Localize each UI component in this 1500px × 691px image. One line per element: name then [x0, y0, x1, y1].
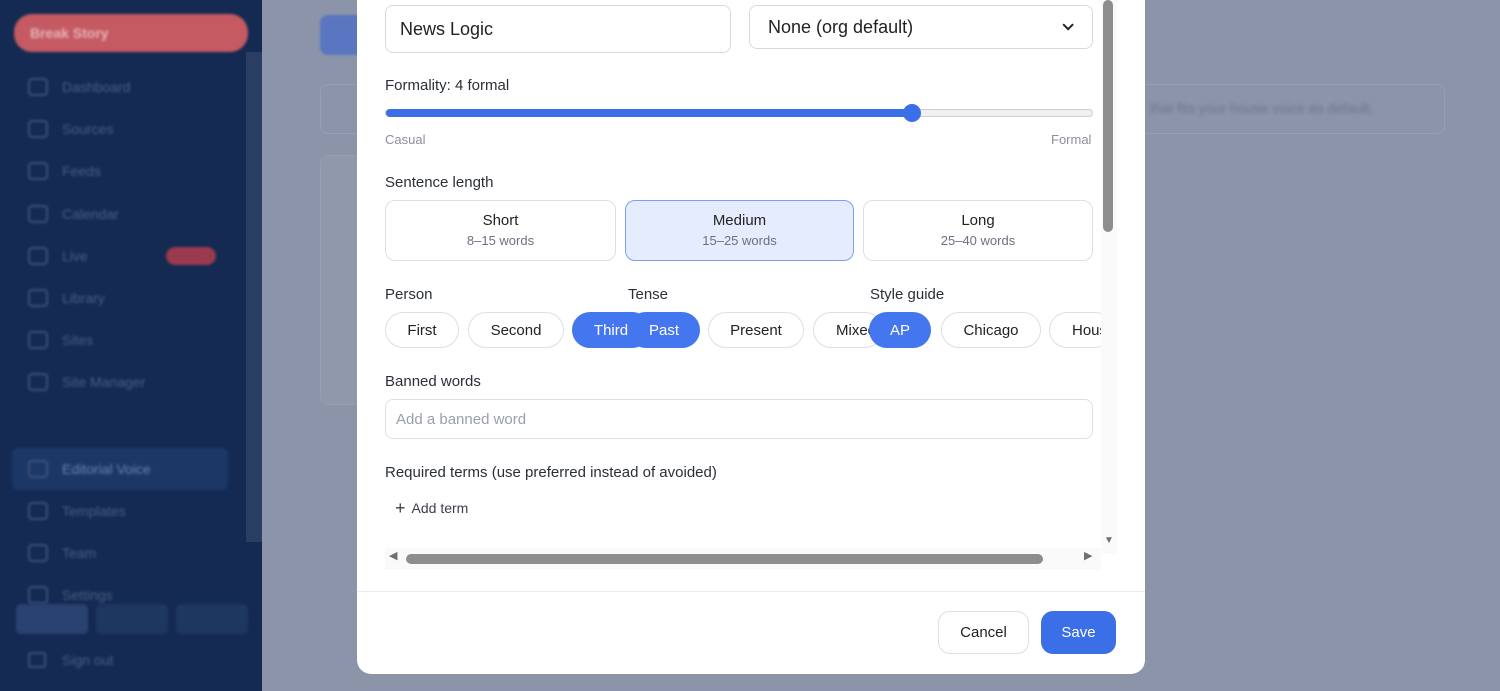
modal-body: None (org default) Formality: 4 formal C… — [357, 0, 1101, 570]
sidebar-nav: Dashboard Sources Feeds Calendar Live Li… — [0, 66, 246, 616]
theme-dark-button[interactable] — [96, 604, 168, 634]
theme-switcher — [16, 604, 248, 634]
scroll-left-arrow-icon[interactable]: ◀ — [389, 549, 397, 562]
sidebar-item-label: Feeds — [62, 163, 101, 180]
scroll-right-arrow-icon[interactable]: ▶ — [1084, 549, 1092, 562]
sidebar-item-site-manager[interactable]: Site Manager — [0, 361, 246, 403]
chevron-down-icon — [1062, 19, 1074, 31]
length-option-title: Short — [482, 212, 519, 229]
sidebar-item-label: Templates — [62, 502, 126, 519]
sources-icon — [28, 120, 48, 139]
length-option-short[interactable]: Short 8–15 words — [385, 200, 616, 261]
edit-voice-modal: None (org default) Formality: 4 formal C… — [357, 0, 1145, 674]
sidebar: Break Story Dashboard Sources Feeds Cale… — [0, 0, 262, 691]
tense-option-present[interactable]: Present — [708, 312, 804, 348]
modal-vertical-scroll-thumb[interactable] — [1103, 0, 1113, 232]
base-voice-select[interactable]: None (org default) — [749, 5, 1093, 49]
add-term-button[interactable]: + Add term — [395, 498, 469, 518]
brand-button[interactable]: Break Story — [14, 14, 248, 52]
sidebar-item-editorial-voice[interactable]: Editorial Voice — [12, 447, 228, 490]
sidebar-item-label: Site Manager — [62, 374, 146, 391]
formality-slider-fill — [386, 109, 912, 117]
style-option-house[interactable]: House — [1049, 312, 1101, 348]
cancel-button[interactable]: Cancel — [938, 611, 1029, 654]
person-option-second[interactable]: Second — [468, 312, 564, 348]
style-guide-label: Style guide — [870, 286, 945, 303]
sidebar-item-label: Settings — [62, 587, 113, 604]
length-option-title: Long — [961, 212, 995, 229]
calendar-icon — [28, 204, 48, 223]
length-option-subtitle: 15–25 words — [702, 233, 777, 248]
plus-icon: + — [395, 498, 406, 518]
modal-horizontal-scroll-thumb[interactable] — [406, 554, 1043, 564]
sidebar-item-feeds[interactable]: Feeds — [0, 150, 246, 192]
sidebar-item-sites[interactable]: Sites — [0, 319, 246, 361]
sidebar-scrollbar[interactable] — [246, 52, 262, 542]
voice-icon — [28, 459, 48, 478]
scroll-down-arrow-icon[interactable]: ▼ — [1101, 535, 1117, 546]
banned-words-label: Banned words — [385, 373, 481, 390]
logout-icon — [28, 652, 46, 668]
length-option-long[interactable]: Long 25–40 words — [863, 200, 1093, 261]
formality-min-label: Casual — [385, 132, 426, 147]
sidebar-item-label: Team — [62, 544, 97, 561]
style-option-chicago[interactable]: Chicago — [941, 312, 1041, 348]
length-option-medium[interactable]: Medium 15–25 words — [625, 200, 854, 261]
sidebar-item-label: Calendar — [62, 205, 119, 222]
sidebar-item-label: Dashboard — [62, 79, 131, 96]
length-option-subtitle: 8–15 words — [466, 233, 535, 248]
sidebar-item-templates[interactable]: Templates — [0, 490, 246, 532]
person-option-label: Third — [593, 321, 629, 339]
style-option-ap[interactable]: AP — [869, 312, 931, 348]
feeds-icon — [28, 162, 48, 181]
dashboard-icon — [28, 78, 48, 97]
formality-slider-thumb[interactable] — [902, 104, 921, 122]
globe-icon — [28, 331, 48, 350]
sidebar-item-label: Live — [62, 247, 88, 264]
sidebar-item-library[interactable]: Library — [0, 277, 246, 319]
tense-option-past[interactable]: Past — [628, 312, 700, 348]
library-icon — [28, 289, 48, 308]
sidebar-item-team[interactable]: Team — [0, 532, 246, 574]
sign-out-label: Sign out — [62, 652, 114, 668]
banned-word-input[interactable] — [385, 399, 1093, 439]
person-label: Person — [385, 286, 433, 303]
live-badge — [166, 246, 216, 265]
live-icon — [28, 246, 48, 265]
sidebar-item-live[interactable]: Live — [0, 235, 246, 277]
required-terms-label: Required terms (use preferred instead of… — [385, 464, 717, 481]
sidebar-item-calendar[interactable]: Calendar — [0, 193, 246, 235]
add-term-label: Add term — [411, 500, 469, 516]
base-voice-select-value: None (org default) — [768, 16, 914, 37]
sidebar-item-dashboard[interactable]: Dashboard — [0, 66, 246, 108]
theme-system-button[interactable] — [176, 604, 248, 634]
length-option-title: Medium — [712, 212, 767, 229]
sidebar-item-label: Sites — [62, 332, 94, 349]
sign-out-link[interactable]: Sign out — [28, 652, 113, 668]
save-button[interactable]: Save — [1041, 611, 1116, 654]
gear-icon — [28, 586, 48, 605]
sidebar-item-sources[interactable]: Sources — [0, 108, 246, 150]
templates-icon — [28, 501, 48, 520]
tense-label: Tense — [628, 286, 669, 303]
voice-name-input[interactable] — [385, 5, 731, 53]
formality-max-label: Formal — [1051, 132, 1092, 147]
formality-label: Formality: 4 formal — [385, 77, 510, 94]
length-option-subtitle: 25–40 words — [940, 233, 1016, 248]
sidebar-item-label: Editorial Voice — [62, 460, 151, 477]
theme-light-button[interactable] — [16, 604, 88, 634]
sentence-length-label: Sentence length — [385, 174, 494, 191]
formality-slider[interactable] — [385, 104, 1093, 122]
sidebar-item-label: Sources — [62, 121, 114, 138]
info-banner-text: that fits your house voice as default. — [1150, 100, 1374, 116]
team-icon — [28, 543, 48, 562]
person-option-first[interactable]: First — [385, 312, 459, 348]
site-manager-icon — [28, 373, 48, 392]
sidebar-item-label: Library — [62, 290, 105, 307]
